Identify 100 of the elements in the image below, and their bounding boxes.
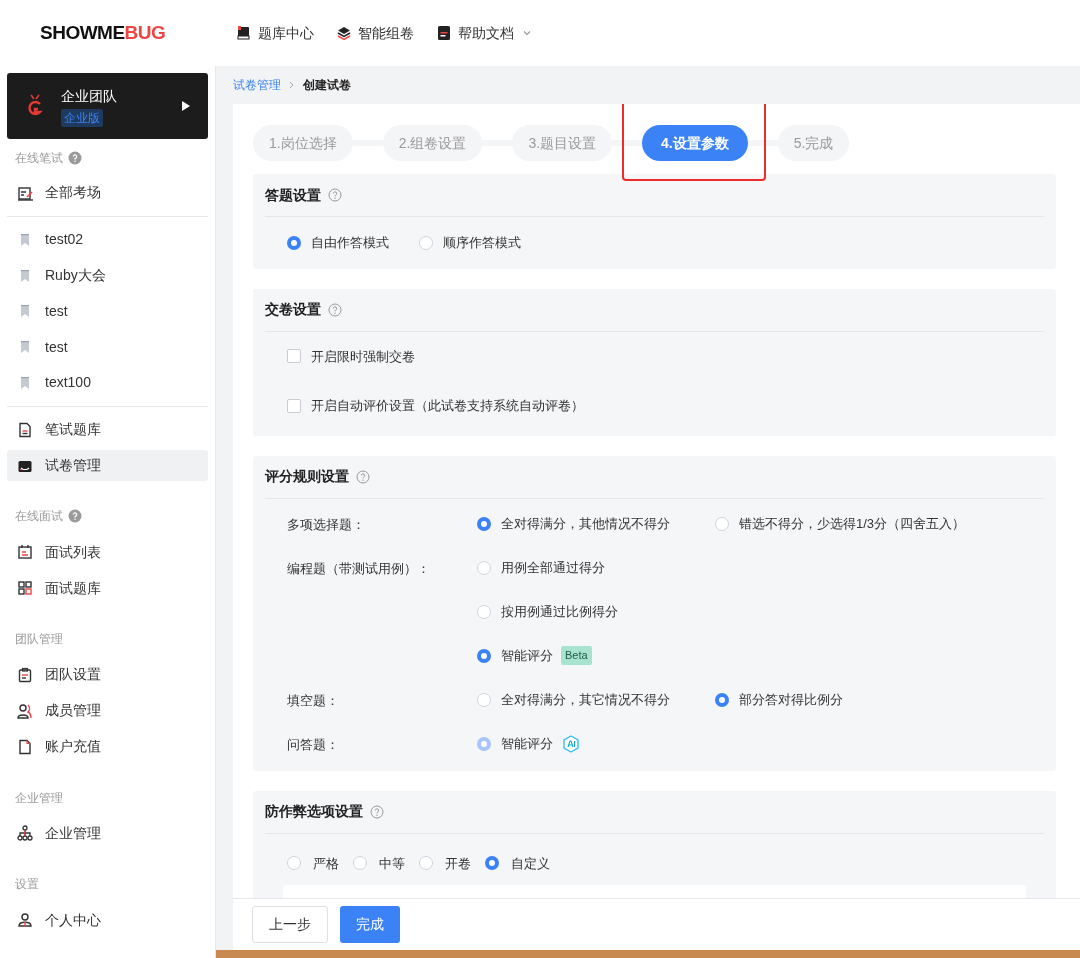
users-icon — [17, 702, 33, 719]
checkbox-option[interactable]: 开启自动评价设置（此试卷支持系统自动评卷） — [287, 396, 1044, 416]
document-icon — [17, 421, 33, 438]
calendar-icon — [17, 544, 33, 561]
chevron-down-icon — [522, 28, 532, 38]
breadcrumb-link[interactable]: 试卷管理 — [233, 76, 281, 94]
help-icon — [328, 302, 342, 317]
radio-option[interactable]: 全对得满分，其他情况不得分 — [477, 513, 715, 534]
radio-option[interactable]: 开卷 — [419, 853, 471, 873]
section-label: 企业管理 — [15, 789, 63, 807]
option-label: 严格 — [313, 854, 339, 873]
team-name: 企业团队 — [61, 86, 117, 106]
step-tab[interactable]: 4.设置参数 — [642, 125, 748, 161]
sidebar-item[interactable]: 全部考场 — [7, 177, 208, 209]
radio-button[interactable] — [477, 648, 491, 663]
help-icon — [328, 188, 342, 202]
back-button[interactable]: 上一步 — [252, 906, 328, 943]
option-label: 按用例通过比例得分 — [501, 602, 618, 621]
help-icon — [356, 469, 370, 484]
sidebar-item[interactable]: Ruby大会 — [7, 259, 208, 292]
option-label: 顺序作答模式 — [443, 234, 521, 252]
panel-title: 交卷设置 — [265, 300, 321, 319]
option-label: 自定义 — [511, 854, 550, 873]
nav-link[interactable]: 帮助文档 — [436, 22, 532, 44]
radio-button[interactable] — [287, 235, 301, 250]
beta-tag: Beta — [561, 646, 592, 665]
radio-option[interactable]: 自定义 — [485, 853, 550, 873]
book-icon — [236, 25, 252, 41]
user-icon — [17, 912, 33, 929]
radio-option[interactable]: 智能评分 Beta — [477, 645, 715, 666]
sidebar-item[interactable]: test02 — [7, 223, 208, 256]
sidebar-item[interactable]: 账户充值 — [7, 730, 208, 763]
checkbox[interactable] — [287, 349, 301, 364]
sidebar-item[interactable]: 面试列表 — [7, 536, 208, 569]
chevron-right-icon — [289, 81, 295, 89]
option-label: 智能评分 — [501, 734, 553, 753]
sidebar-item[interactable]: 成员管理 — [7, 694, 208, 727]
hierarchy-icon — [17, 825, 33, 842]
breadcrumb-current: 创建试卷 — [303, 77, 351, 94]
rule-label: 填空题： — [287, 692, 339, 708]
option-label: 智能评分 — [501, 646, 553, 665]
document-icon — [436, 25, 452, 41]
radio-button[interactable] — [477, 516, 491, 531]
play-icon — [182, 101, 190, 111]
option-label: 用例全部通过得分 — [501, 558, 605, 577]
section-label: 团队管理 — [15, 631, 63, 649]
bug-logo-icon — [25, 94, 45, 118]
option-label: 开启自动评价设置（此试卷支持系统自动评卷） — [311, 397, 584, 415]
sidebar-item[interactable]: 企业管理 — [7, 817, 208, 850]
radio-option[interactable]: 顺序作答模式 — [419, 233, 521, 253]
checkbox-option[interactable]: 开启限时强制交卷 — [287, 346, 1044, 366]
section-label: 在线笔试 — [15, 150, 63, 167]
sidebar-item[interactable]: 笔试题库 — [7, 413, 208, 446]
rule-label: 编程题（带测试用例）： — [287, 560, 430, 576]
sidebar-item[interactable]: 试卷管理 — [7, 449, 208, 482]
panel-title: 答题设置 — [265, 185, 321, 205]
rule-label: 多项选择题： — [287, 516, 365, 532]
option-label: 错选不得分，少选得1/3分（四舍五入） — [739, 514, 966, 533]
section-label: 设置 — [15, 876, 39, 894]
checkbox[interactable] — [287, 398, 301, 413]
finish-button[interactable]: 完成 — [340, 906, 400, 943]
nav-link[interactable]: 题库中心 — [236, 22, 314, 44]
section-label: 在线面试 — [15, 508, 63, 526]
sidebar-item[interactable]: 个人中心 — [7, 904, 208, 937]
team-card[interactable]: 企业团队 企业版 — [7, 73, 208, 139]
sidebar-item[interactable]: 团队设置 — [7, 659, 208, 691]
step-connector — [747, 140, 778, 146]
radio-option[interactable]: 错选不得分，少选得1/3分（四舍五入） — [715, 513, 966, 534]
edit-icon — [17, 184, 33, 201]
sidebar-item[interactable]: text100 — [7, 367, 208, 399]
option-label: 开启限时强制交卷 — [311, 347, 415, 366]
radio-option[interactable]: 全对得满分，其它情况不得分 — [477, 689, 715, 710]
step-connector — [612, 140, 643, 146]
radio-option[interactable]: 用例全部通过得分 — [477, 557, 715, 578]
sidebar-item[interactable]: test — [7, 331, 208, 364]
sidebar-item[interactable]: 面试题库 — [7, 572, 208, 605]
help-icon — [370, 804, 384, 819]
file-icon — [17, 738, 33, 755]
option-label: 全对得满分，其它情况不得分 — [501, 690, 670, 709]
plan-badge: 企业版 — [61, 108, 103, 127]
option-label: 全对得满分，其他情况不得分 — [501, 514, 670, 533]
radio-button[interactable] — [715, 692, 729, 707]
logo: SHOWMEBUG — [40, 20, 166, 45]
option-label: 开卷 — [445, 854, 471, 873]
radio-option[interactable]: 自由作答模式 — [287, 233, 389, 253]
rule-label: 问答题： — [287, 736, 339, 752]
option-label: 中等 — [379, 854, 405, 873]
radio-option[interactable]: 严格 — [287, 853, 339, 873]
clipboard-icon — [17, 666, 33, 683]
panel-title: 评分规则设置 — [265, 467, 349, 486]
radio-option[interactable]: 部分答对得比例分 — [715, 689, 843, 710]
layers-icon — [336, 25, 352, 41]
radio-option[interactable]: 按用例通过比例得分 — [477, 601, 715, 622]
radio-option[interactable]: 中等 — [353, 853, 405, 873]
option-label: 自由作答模式 — [311, 234, 389, 252]
nav-link[interactable]: 智能组卷 — [336, 22, 414, 44]
grid-icon — [17, 580, 33, 597]
sidebar-item[interactable]: test — [7, 295, 208, 328]
panel-title: 防作弊选项设置 — [265, 802, 363, 821]
radio-button[interactable] — [485, 856, 499, 871]
